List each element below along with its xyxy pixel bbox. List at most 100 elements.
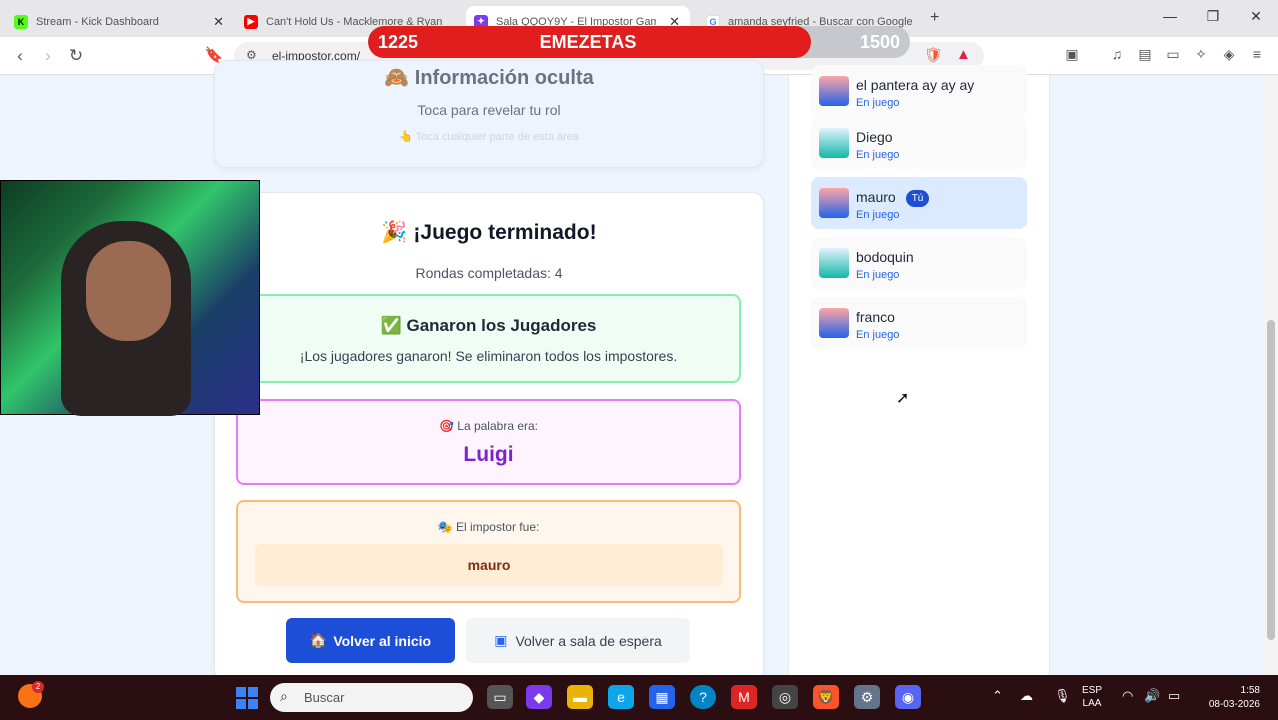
avatar (819, 128, 849, 158)
kick-icon: K (14, 14, 28, 29)
back-waiting-room-label: Volver a sala de espera (515, 632, 662, 649)
player-status: En juego (856, 149, 900, 161)
taskbar-search[interactable]: ⌕ Buscar (270, 683, 473, 712)
edge-icon[interactable]: e (608, 685, 634, 709)
avatar (819, 248, 849, 278)
taskbar: 2 ⌕ Buscar ▭ ◆ ▬ e ▦ ? M ◎ 🦁 ⚙ ◉ ⌃ ☁ 🎙 E… (0, 675, 1278, 720)
player-status: En juego (856, 269, 900, 281)
player-row: el pantera ay ay ay En juego (811, 65, 1027, 117)
clock[interactable]: 1:58 08-03-2026 (1198, 684, 1260, 712)
player-row: bodoquin En juego (811, 237, 1027, 289)
back-waiting-room-button[interactable]: ▣ Volver a sala de espera (466, 618, 690, 663)
winner-text: ¡Los jugadores ganaron! Se eliminaron to… (299, 348, 678, 364)
mask-icon: 🎭 (437, 520, 453, 534)
restore-icon[interactable]: ❐ (1203, 8, 1223, 25)
language-code: ESP (1082, 685, 1103, 696)
microphone-icon[interactable]: 🎙 (1054, 688, 1071, 704)
impostor-label: El impostor fue: (455, 520, 540, 534)
impostor-name-box: mauro (255, 544, 723, 586)
players-panel: el pantera ay ay ay En juego Diego En ju… (788, 65, 1050, 675)
page-scrollbar[interactable] (1264, 75, 1278, 675)
menu-icon[interactable]: ≡ (1248, 46, 1266, 62)
music-icon[interactable]: ♫ (1108, 46, 1126, 62)
hidden-card-title: Información oculta (414, 67, 594, 89)
word-label: La palabra era: (457, 419, 539, 433)
winner-box: ✅ Ganaron los Jugadores ¡Los jugadores g… (236, 294, 741, 383)
vpn-icon[interactable]: ◈ (1220, 46, 1238, 63)
hidden-card-hint: Toca cualquier parte de esta área (415, 131, 579, 143)
streamer-face (86, 241, 171, 341)
youtube-icon: ▶ (244, 14, 258, 29)
forward-icon[interactable]: › (38, 46, 58, 66)
back-home-label: Volver al inicio (333, 632, 432, 649)
hidden-card-subtitle: Toca para revelar tu rol (417, 102, 561, 118)
avatar (819, 76, 849, 106)
tab-kick[interactable]: K Stream - Kick Dashboard ✕ (6, 6, 234, 37)
language-indicator[interactable]: ESP LAA (1082, 684, 1102, 710)
player-name: mauro (856, 189, 896, 205)
tray-chevron-icon[interactable]: ⌃ (992, 688, 1003, 704)
winner-title: Ganaron los Jugadores (406, 316, 597, 335)
player-status: En juego (856, 209, 900, 221)
player-row: franco En juego (811, 297, 1027, 349)
score-overlay: 1225 EMEZETAS 1500 (368, 26, 910, 58)
settings-icon[interactable]: ⚙ (854, 685, 880, 709)
weather-badge: 2 (32, 681, 44, 693)
wifi-icon[interactable]: ◠ (1122, 688, 1133, 704)
avatar (819, 308, 849, 338)
sidebar-toggle-icon[interactable]: ▣ (1063, 46, 1081, 63)
back-icon[interactable]: ‹ (10, 46, 30, 66)
battery-icon[interactable]: ▭ (1168, 688, 1180, 704)
back-home-button[interactable]: 🏠 Volver al inicio (286, 618, 455, 663)
pointer-hand-icon: 👆 (399, 131, 413, 143)
brave-shields-icon[interactable]: 🛡 (924, 46, 943, 64)
clock-date: 08-03-2026 (1208, 699, 1260, 710)
player-name: Diego (856, 129, 893, 145)
store-icon[interactable]: ▦ (649, 685, 675, 709)
reload-icon[interactable]: ↻ (66, 46, 86, 66)
brave-rewards-icon[interactable]: ▲ (956, 46, 971, 63)
search-placeholder: Buscar (304, 690, 345, 705)
rounds-completed: Rondas completadas: 4 (415, 265, 563, 281)
secret-word-box: 🎯 La palabra era: Luigi (236, 399, 741, 485)
wallet-icon[interactable]: ▭ (1164, 46, 1182, 63)
home-icon: 🏠 (309, 632, 328, 648)
check-icon: ✅ (380, 316, 402, 335)
volume-icon[interactable]: 🔊 (1144, 688, 1160, 704)
help-icon[interactable]: ? (690, 685, 716, 709)
player-row: Diego En juego (811, 117, 1027, 169)
current-user-badge: Tú (905, 189, 930, 207)
windows-start-icon[interactable] (236, 687, 258, 709)
player-row-current-user: mauro Tú En juego (811, 177, 1027, 229)
leo-ai-icon[interactable]: ✧ (1192, 46, 1210, 63)
reading-list-icon[interactable]: ▤ (1136, 46, 1154, 63)
discord-icon[interactable]: ◉ (895, 685, 921, 709)
waiting-room-icon: ▣ (494, 632, 508, 648)
hidden-role-card[interactable]: 🙈 Información oculta Toca para revelar t… (214, 60, 764, 168)
copilot-icon[interactable]: ◆ (526, 685, 552, 709)
player-name: bodoquin (856, 249, 914, 265)
minimize-icon[interactable]: — (1160, 8, 1180, 24)
player-name: el pantera ay ay ay (856, 77, 975, 93)
scrollbar-thumb[interactable] (1267, 320, 1275, 640)
avatar (819, 188, 849, 218)
new-tab-button[interactable]: + (930, 9, 939, 27)
score-title: EMEZETAS (539, 32, 637, 52)
player-name: franco (856, 309, 895, 325)
mouse-cursor-icon: ➚ (896, 390, 910, 407)
result-title: ¡Juego terminado! (413, 221, 597, 244)
party-icon: 🎉 (381, 221, 408, 244)
webcam-overlay (0, 180, 260, 416)
search-icon: ⌕ (280, 688, 288, 704)
target-icon: 🎯 (438, 419, 454, 433)
onedrive-icon[interactable]: ☁ (1020, 688, 1033, 704)
mcafee-icon[interactable]: M (731, 685, 757, 709)
file-explorer-icon[interactable]: ▬ (567, 685, 593, 709)
task-view-icon[interactable]: ▭ (487, 685, 513, 709)
close-icon[interactable]: ✕ (213, 14, 224, 30)
close-window-icon[interactable]: ✕ (1246, 8, 1266, 25)
score-goal: 1500 (859, 32, 900, 52)
obs-icon[interactable]: ◎ (772, 685, 798, 709)
brave-icon[interactable]: 🦁 (813, 685, 839, 709)
tab-title: Stream - Kick Dashboard (36, 15, 159, 28)
